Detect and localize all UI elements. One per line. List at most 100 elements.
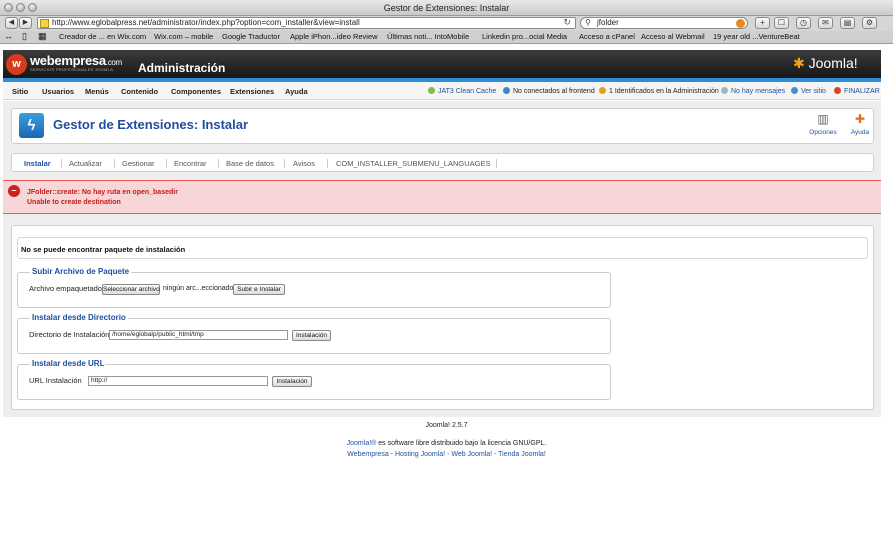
bookmark-item[interactable]: Acceso a cPanel (579, 32, 635, 41)
mail-icon (721, 87, 728, 94)
mail-button[interactable]: ✉ (818, 17, 833, 29)
install-url-label: URL Instalación (29, 376, 82, 385)
brand-name: webempresa (30, 53, 106, 68)
url-text: http://www.eglobalpress.net/administrato… (52, 18, 360, 27)
admin-status-label: 1 Identificados en la Administración (609, 88, 719, 95)
menu-item-ayuda[interactable]: Ayuda (285, 87, 308, 96)
webempresa-logo-icon: w (6, 54, 27, 75)
cache-icon (428, 87, 435, 94)
error-message-box: – JFolder::create: No hay ruta en open_b… (3, 180, 881, 214)
address-bar[interactable]: http://www.eglobalpress.net/administrato… (37, 17, 576, 29)
bookmarks-book-icon[interactable]: ▯ (22, 31, 27, 42)
menu-item-extensiones[interactable]: Extensiones (230, 87, 274, 96)
frontend-status: No conectados al frontend (503, 87, 595, 95)
admin-user-icon (599, 87, 606, 94)
bookmarks-button[interactable]: ☐ (774, 17, 789, 29)
page-title: Gestor de Extensiones: Instalar (53, 117, 249, 132)
search-icon: ⚲ (585, 18, 591, 27)
clean-cache-link[interactable]: JAT3 Clean Cache (428, 87, 496, 95)
tab-separator (496, 159, 497, 168)
bookmark-item[interactable]: Google Traductor (222, 32, 280, 41)
add-bookmark-button[interactable]: + (755, 17, 770, 29)
install-url-button[interactable]: Instalación (272, 376, 312, 387)
history-button[interactable]: ◷ (796, 17, 811, 29)
search-field[interactable]: ⚲ jfolder (580, 17, 748, 29)
tab-separator (114, 159, 115, 168)
back-button[interactable]: ◀ (5, 17, 18, 29)
reading-list-icon[interactable]: ↔ (4, 31, 13, 41)
brand-logo: webempresa.com (30, 53, 122, 68)
messages-label: No hay mensajes (731, 88, 786, 95)
warning-box: No se puede encontrar paquete de instala… (17, 237, 868, 259)
menu-item-contenido[interactable]: Contenido (121, 87, 158, 96)
window-title: Gestor de Extensiones: Instalar (383, 3, 510, 13)
submenu-tabs: Instalar Actualizar Gestionar Encontrar … (11, 153, 874, 172)
joomla-license-link[interactable]: Joomla!® (347, 440, 377, 447)
reload-icon[interactable]: ↻ (563, 17, 571, 27)
clear-search-icon[interactable] (736, 19, 745, 28)
tab-separator (284, 159, 285, 168)
page-menu-button[interactable]: ▤ (840, 17, 855, 29)
upload-package-legend: Subir Archivo de Paquete (30, 267, 132, 276)
settings-button[interactable]: ⚙ (862, 17, 877, 29)
bookmark-item[interactable]: 19 year old ...VentureBeat (713, 32, 800, 41)
menu-item-usuarios[interactable]: Usuarios (42, 87, 74, 96)
search-text: jfolder (597, 18, 619, 27)
tab-separator (327, 159, 328, 168)
upload-install-button[interactable]: Subir e Instalar (233, 284, 285, 295)
footer-links[interactable]: Webempresa - Hosting Joomla! - Web Jooml… (0, 451, 893, 458)
menu-item-componentes[interactable]: Componentes (171, 87, 221, 96)
tab-languages[interactable]: COM_INSTALLER_SUBMENU_LANGUAGES (336, 159, 491, 168)
bookmark-item[interactable]: Linkedin pro...ocial Media (482, 32, 567, 41)
joomla-logo: ✱ Joomla! (793, 55, 858, 72)
install-directory-fieldset: Instalar desde Directorio Directorio de … (17, 313, 611, 354)
package-file-label: Archivo empaquetado (29, 284, 102, 293)
tab-encontrar[interactable]: Encontrar (174, 159, 207, 168)
install-directory-label: Directorio de Instalación (29, 330, 110, 339)
users-icon (503, 87, 510, 94)
clean-cache-label: JAT3 Clean Cache (438, 88, 497, 95)
install-url-legend: Instalar desde URL (30, 359, 107, 368)
options-button[interactable]: ▥ Opciones (808, 112, 838, 136)
view-site-link[interactable]: Ver sitio (791, 87, 826, 95)
tab-gestionar[interactable]: Gestionar (122, 159, 155, 168)
logout-link[interactable]: FINALIZAR (834, 87, 880, 95)
error-line-2: Unable to create destination (27, 199, 121, 206)
forward-button[interactable]: ▶ (19, 17, 32, 29)
joomla-logo-text: Joomla! (808, 55, 858, 71)
bookmark-item[interactable]: Wix.com – mobile (154, 32, 213, 41)
bookmark-item[interactable]: Acceso al Webmail (641, 32, 705, 41)
brand-subtitle: SERVICIOS PROFESIONALES JOOMLA (30, 67, 114, 72)
install-directory-input[interactable]: /home/eglobalp/public_html/tmp (109, 330, 288, 340)
install-extension-icon: ϟ (19, 113, 44, 138)
menu-item-menus[interactable]: Menús (85, 87, 109, 96)
tab-actualizar[interactable]: Actualizar (69, 159, 102, 168)
error-icon: – (8, 185, 20, 197)
bookmark-item[interactable]: Creador de ... en Wix.com (59, 32, 146, 41)
bookmark-item[interactable]: Apple iPhon...ideo Review (290, 32, 378, 41)
bookmark-item[interactable]: Últimas noti... IntoMobile (387, 32, 469, 41)
tab-avisos[interactable]: Avisos (293, 159, 315, 168)
tab-separator (218, 159, 219, 168)
help-label: Ayuda (850, 129, 870, 136)
menu-item-sitio[interactable]: Sitio (12, 87, 28, 96)
install-directory-button[interactable]: Instalación (292, 330, 331, 341)
tab-separator (61, 159, 62, 168)
brand-tld: .com (105, 58, 122, 67)
admin-header: w webempresa.com SERVICIOS PROFESIONALES… (3, 50, 881, 78)
admin-menubar: Sitio Usuarios Menús Contenido Component… (3, 82, 881, 100)
frontend-status-label: No conectados al frontend (513, 88, 595, 95)
logout-label: FINALIZAR (844, 88, 880, 95)
help-button[interactable]: ✚ Ayuda (845, 112, 875, 136)
bookmarks-bar: ↔ ▯ ▦ Creador de ... en Wix.com Wix.com … (0, 31, 893, 44)
joomla-logo-icon: ✱ (793, 55, 805, 71)
tab-base-de-datos[interactable]: Base de datos (226, 159, 274, 168)
view-site-icon (791, 87, 798, 94)
messages-link[interactable]: No hay mensajes (721, 87, 785, 95)
admin-status: 1 Identificados en la Administración (599, 87, 719, 95)
choose-file-button[interactable]: Seleccionar archivo (102, 284, 160, 295)
tab-instalar[interactable]: Instalar (24, 159, 51, 168)
top-sites-icon[interactable]: ▦ (38, 31, 47, 42)
install-url-input[interactable]: http:// (88, 376, 268, 386)
warning-message: No se puede encontrar paquete de instala… (21, 245, 186, 254)
